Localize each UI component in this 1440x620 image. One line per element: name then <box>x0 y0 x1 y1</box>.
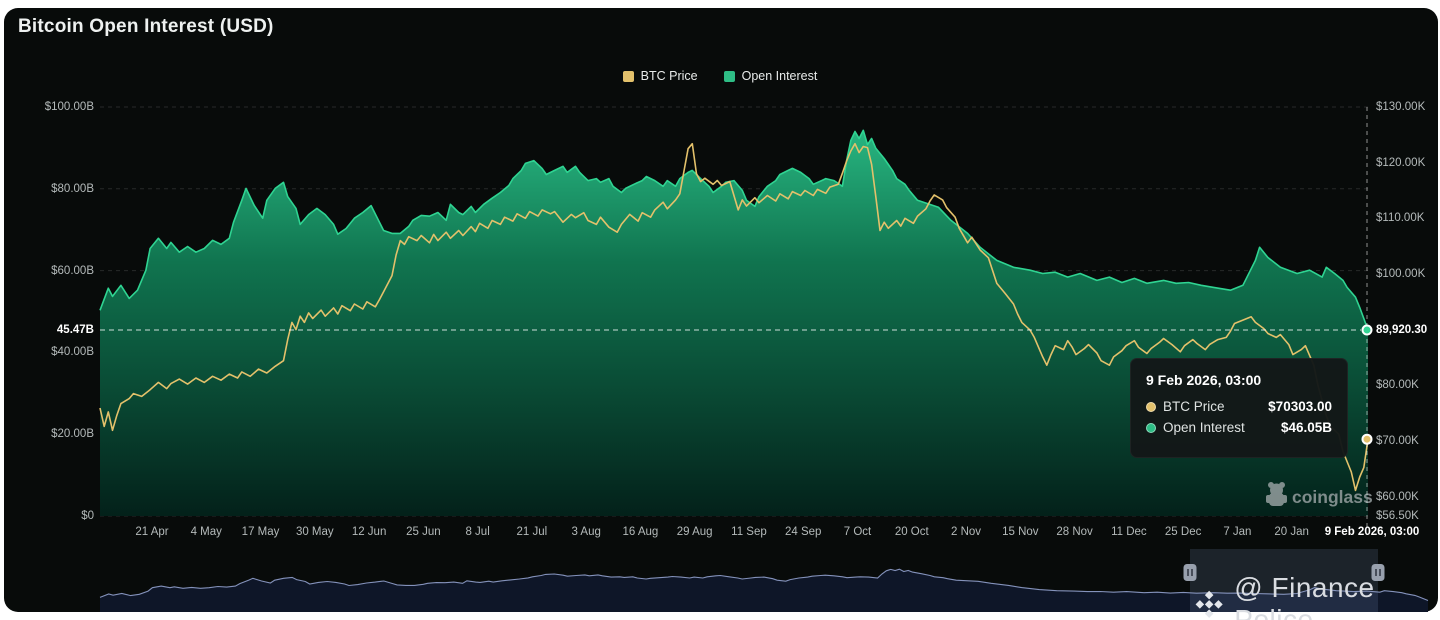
legend: BTC Price Open Interest <box>0 69 1440 83</box>
tooltip-row-btc-price: BTC Price $70303.00 <box>1146 399 1332 414</box>
y-axis-left-label: $0 <box>81 510 94 522</box>
open-interest-area <box>100 130 1368 517</box>
y-axis-right-label: $110.00K <box>1376 212 1425 225</box>
btc-price-dot-icon <box>1146 401 1156 412</box>
y-axis-right-label: $60.00K <box>1376 490 1419 503</box>
open-interest-endpoint-dot <box>1361 324 1373 336</box>
binance-diamond-icon <box>1195 590 1223 618</box>
btc-price-endpoint-dot <box>1361 433 1373 445</box>
finance-police-text: @ Finance Police <box>1234 572 1375 620</box>
y-axis-left-label: $60.00B <box>51 264 94 277</box>
finance-police-watermark: @ Finance Police <box>1192 572 1440 620</box>
legend-label-open-interest: Open Interest <box>741 69 818 83</box>
current-open-interest-label: 45.47B <box>56 324 94 336</box>
y-axis-right-label: $80.00K <box>1376 379 1419 392</box>
open-interest-dot-icon <box>1146 422 1156 433</box>
tooltip-row-open-interest: Open Interest $46.05B <box>1146 420 1332 435</box>
y-axis-left-label: $80.00B <box>51 182 94 195</box>
x-axis-last-label: 9 Feb 2026, 03:00 <box>1324 526 1420 538</box>
y-axis-right-label: $100.00K <box>1376 267 1426 280</box>
y-axis-right-label: $56.50K <box>1376 510 1419 522</box>
tooltip-label-btc-price: BTC Price <box>1163 399 1225 414</box>
tooltip-label-open-interest: Open Interest <box>1163 420 1245 435</box>
tooltip-title: 9 Feb 2026, 03:00 <box>1146 372 1262 388</box>
tooltip-value-open-interest: $46.05B <box>1280 420 1332 435</box>
y-axis-right-label: $120.00K <box>1376 156 1426 169</box>
tooltip-value-btc-price: $70303.00 <box>1268 399 1332 414</box>
page: coinglass Bitcoin Open Interest (USD) BT… <box>0 0 1440 620</box>
current-btc-price-label: 89,920.30 <box>1376 324 1428 336</box>
y-axis-left-label: $20.00B <box>51 428 94 441</box>
y-axis-left-label: $100.00B <box>44 101 94 113</box>
legend-item-open-interest[interactable]: Open Interest <box>723 69 818 83</box>
legend-item-btc-price[interactable]: BTC Price <box>622 69 698 83</box>
svg-text:coinglass: coinglass <box>1292 487 1373 507</box>
btc-price-swatch-icon <box>622 70 634 82</box>
y-axis-right-label: $130.00K <box>1376 101 1426 113</box>
open-interest-swatch-icon <box>723 70 735 82</box>
page-title: Bitcoin Open Interest (USD) <box>18 16 274 37</box>
y-axis-right-label: $70.00K <box>1376 434 1419 447</box>
legend-label-btc-price: BTC Price <box>640 69 698 83</box>
tooltip: 9 Feb 2026, 03:00 BTC Price $70303.00 Op… <box>1130 358 1348 458</box>
y-axis-left-label: $40.00B <box>51 346 94 359</box>
